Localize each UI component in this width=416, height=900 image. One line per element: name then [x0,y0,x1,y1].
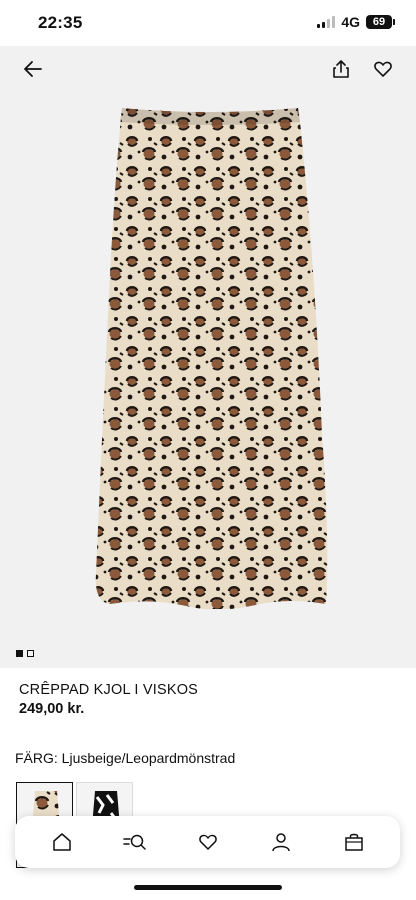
tab-favorites[interactable] [188,822,228,862]
status-time: 22:35 [38,13,83,32]
bag-icon [344,833,363,851]
tab-account[interactable] [261,822,301,862]
back-button[interactable] [20,56,46,82]
bottom-tab-bar [15,816,400,868]
gallery-dot-1[interactable] [16,650,23,657]
leopard-skirt-image [95,108,328,609]
network-type: 4G [341,14,360,30]
search-icon [122,834,146,850]
tab-home[interactable] [42,822,82,862]
heart-icon [198,834,217,850]
battery-level: 69 [372,16,386,28]
battery-icon: 69 [366,15,395,29]
home-icon [52,833,71,851]
gallery-pagination [16,650,34,657]
home-indicator [134,885,282,890]
heart-icon [374,61,392,77]
tab-bag[interactable] [334,822,374,862]
product-price: 249,00 kr. [19,701,85,717]
product-title: CRÊPPAD KJOL I VISKOS [19,682,199,698]
favorite-button[interactable] [370,56,396,82]
share-button[interactable] [328,56,354,82]
product-image-gallery[interactable] [0,46,416,668]
signal-icon [317,16,336,28]
gallery-dot-2[interactable] [27,650,34,657]
tab-search[interactable] [115,822,155,862]
share-icon [333,60,349,78]
arrow-left-icon [24,61,42,77]
color-label: FÄRG: Ljusbeige/Leopardmönstrad [15,750,236,766]
top-nav [0,46,416,90]
status-indicators: 4G 69 [317,14,395,30]
user-icon [271,833,290,852]
status-bar: 22:35 4G 69 [0,0,416,46]
